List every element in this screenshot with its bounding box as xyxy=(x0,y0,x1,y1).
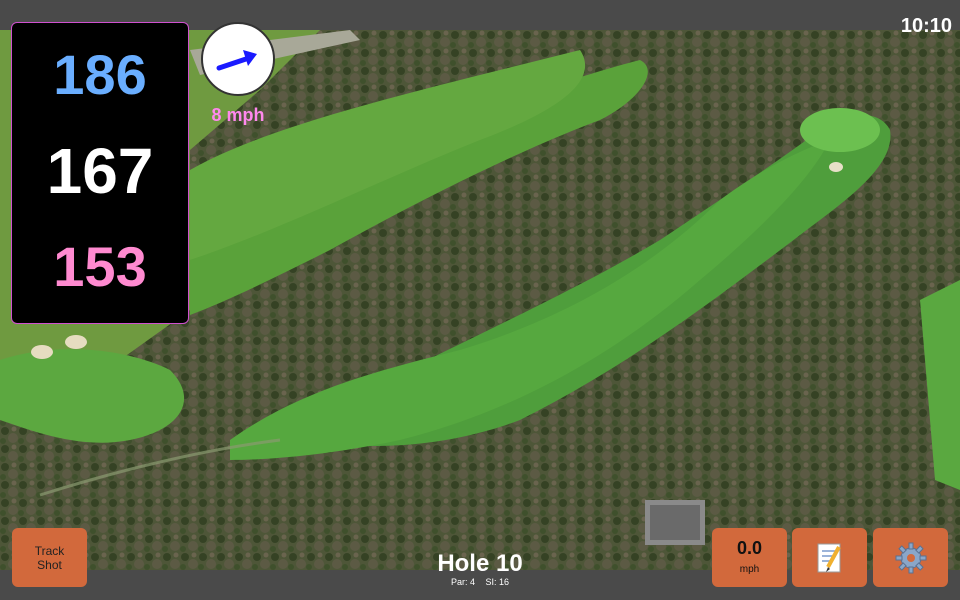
wind-direction-dial xyxy=(201,22,275,96)
wind-speed-label: 8 mph xyxy=(211,105,265,125)
hole-stroke-index: SI: 16 xyxy=(485,577,510,587)
wind-speed-button[interactable]: 0.0 mph xyxy=(712,528,787,587)
track-shot-label: Track Shot xyxy=(34,543,65,572)
wind-arrow-icon xyxy=(216,50,257,71)
hole-info: Par: 4 SI: 16 xyxy=(380,577,580,587)
middle-distance: 167 xyxy=(46,135,154,207)
back-distance: 186 xyxy=(53,43,147,106)
notes-icon xyxy=(817,543,841,572)
clock: 10:10 xyxy=(900,15,952,37)
settings-button[interactable] xyxy=(873,528,948,587)
wind-speed-value: 0.0 xyxy=(736,538,763,558)
wind-speed-unit: mph xyxy=(739,564,760,575)
hole-title: Hole 10 xyxy=(437,550,523,577)
hole-par: Par: 4 xyxy=(450,577,475,587)
distance-panel: 186 167 153 xyxy=(11,22,189,324)
front-distance: 153 xyxy=(53,235,147,298)
notes-button[interactable] xyxy=(792,528,867,587)
gear-icon xyxy=(895,542,926,573)
track-shot-button[interactable]: Track Shot xyxy=(12,528,87,587)
